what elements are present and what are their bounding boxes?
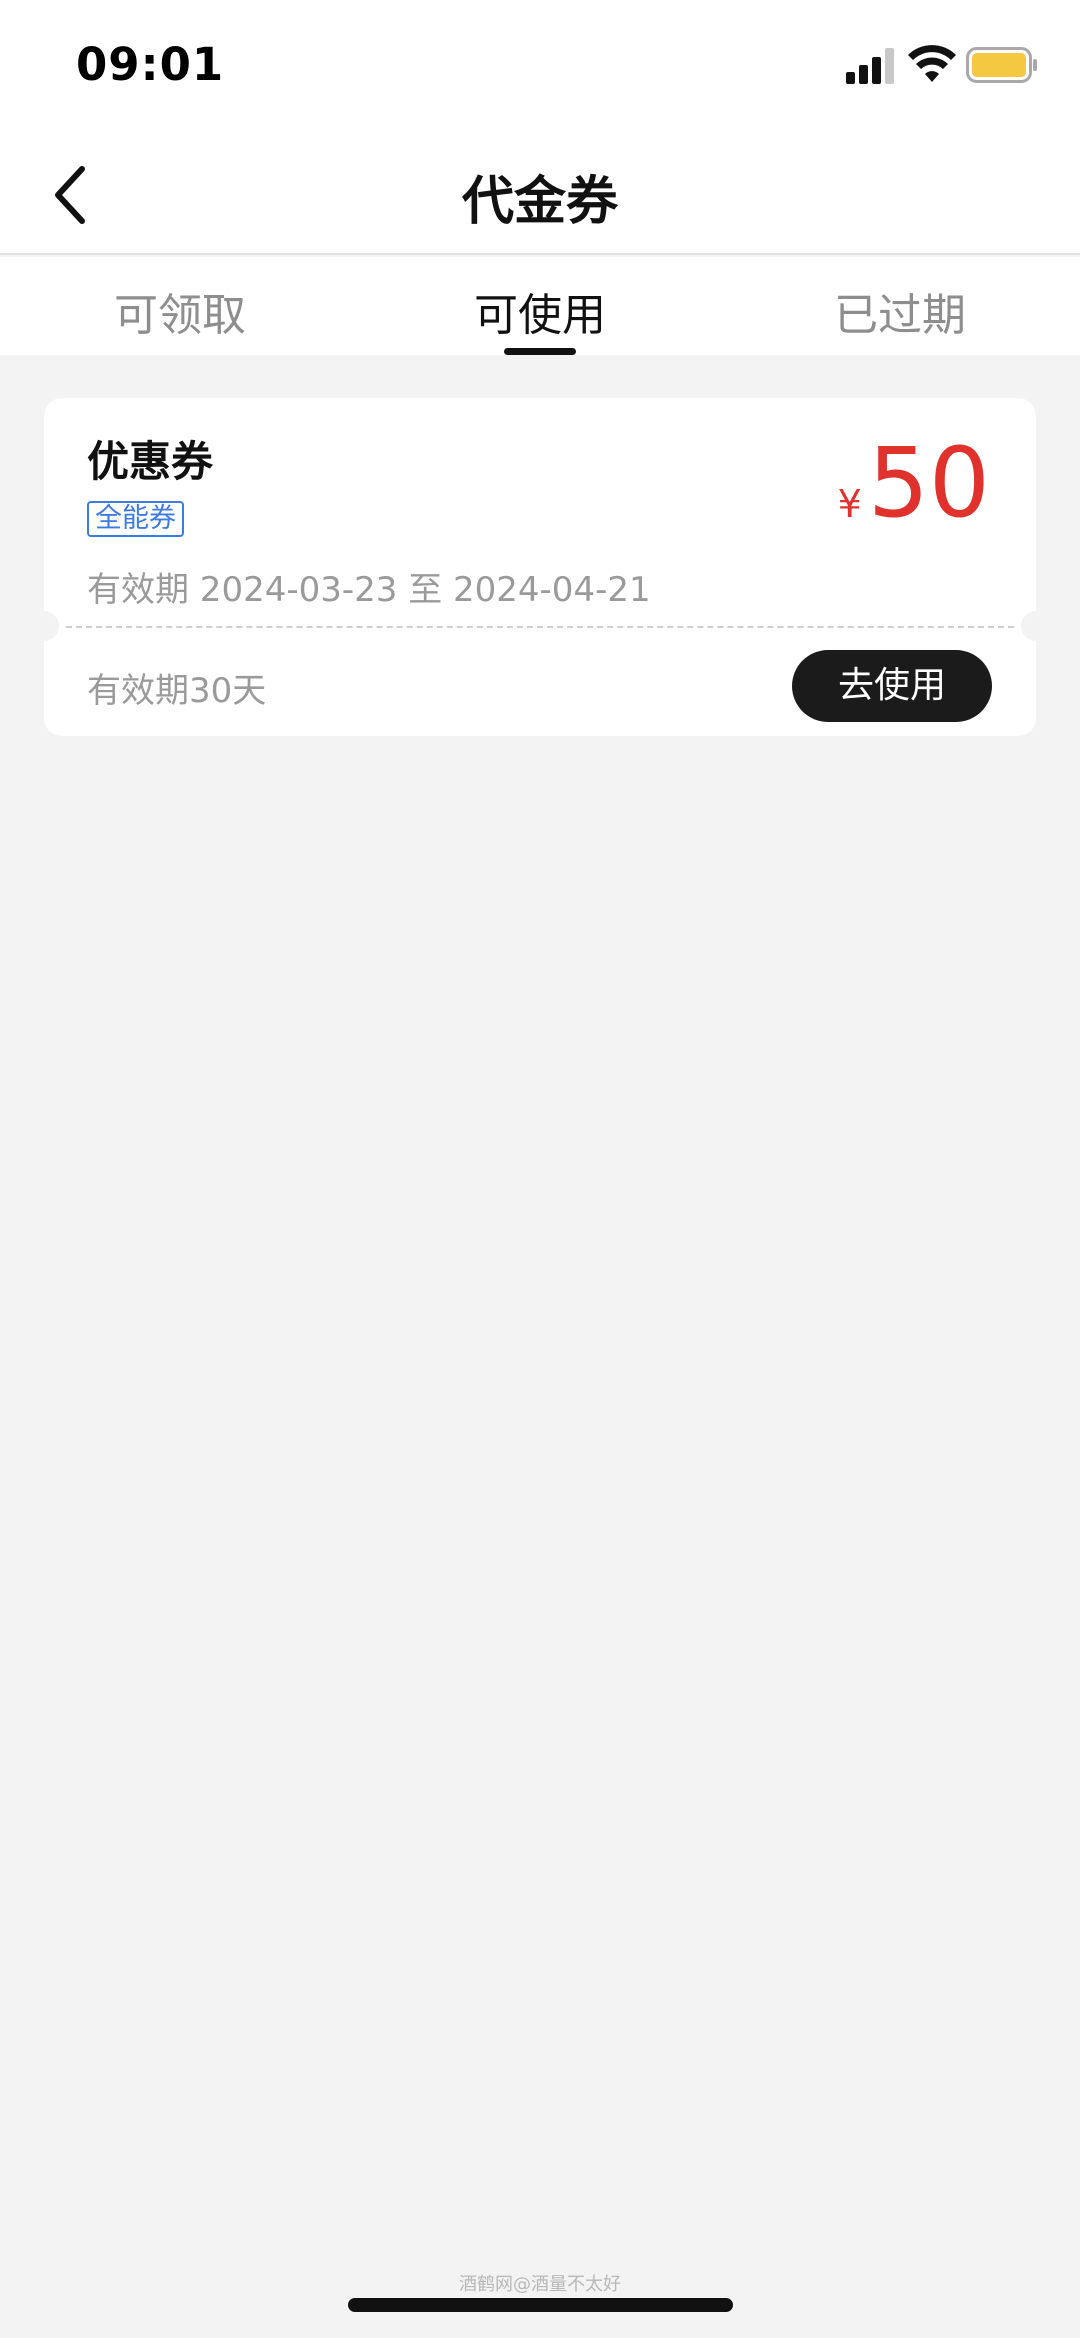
coupon-value: 50 — [867, 427, 990, 539]
tab-available-to-claim[interactable]: 可领取 — [0, 257, 360, 355]
card-notch-right — [1021, 611, 1051, 641]
coupon-title: 优惠券 — [87, 437, 214, 486]
coupon-screen: 09:01 代金券 可领取 可使用 已过期 优惠券 全能券 有效期 2024-0… — [0, 0, 1080, 2338]
currency-symbol: ¥ — [837, 482, 862, 526]
coupon-card: 优惠券 全能券 有效期 2024-03-23 至 2024-04-21 ¥ 50… — [29, 398, 1051, 736]
status-time: 09:01 — [76, 38, 225, 91]
page-title: 代金券 — [461, 172, 618, 232]
card-notch-left — [29, 611, 59, 641]
dashed-divider — [66, 626, 1014, 628]
battery-icon — [966, 47, 1037, 83]
status-bar: 09:01 — [0, 0, 1080, 135]
watermark: 酒鹤网@酒量不太好 — [459, 2274, 621, 2295]
nav-bar: 代金券 — [0, 135, 1080, 255]
tab-label: 可使用 — [474, 290, 606, 341]
signal-icon — [846, 48, 894, 84]
coupon-validity-range: 有效期 2024-03-23 至 2024-04-21 — [87, 570, 651, 610]
wifi-icon — [908, 45, 956, 82]
tab-label: 已过期 — [834, 290, 966, 341]
coupon-tag-badge: 全能券 — [87, 501, 184, 537]
tab-label: 可领取 — [114, 290, 246, 341]
use-coupon-button[interactable]: 去使用 — [792, 650, 992, 722]
coupon-amount: ¥ 50 — [838, 428, 990, 538]
coupon-validity-days: 有效期30天 — [87, 671, 267, 711]
tab-expired[interactable]: 已过期 — [720, 257, 1080, 355]
tab-bar: 可领取 可使用 已过期 — [0, 257, 1080, 355]
home-indicator[interactable] — [348, 2298, 733, 2312]
active-tab-indicator — [504, 348, 576, 355]
tab-usable[interactable]: 可使用 — [360, 257, 720, 355]
